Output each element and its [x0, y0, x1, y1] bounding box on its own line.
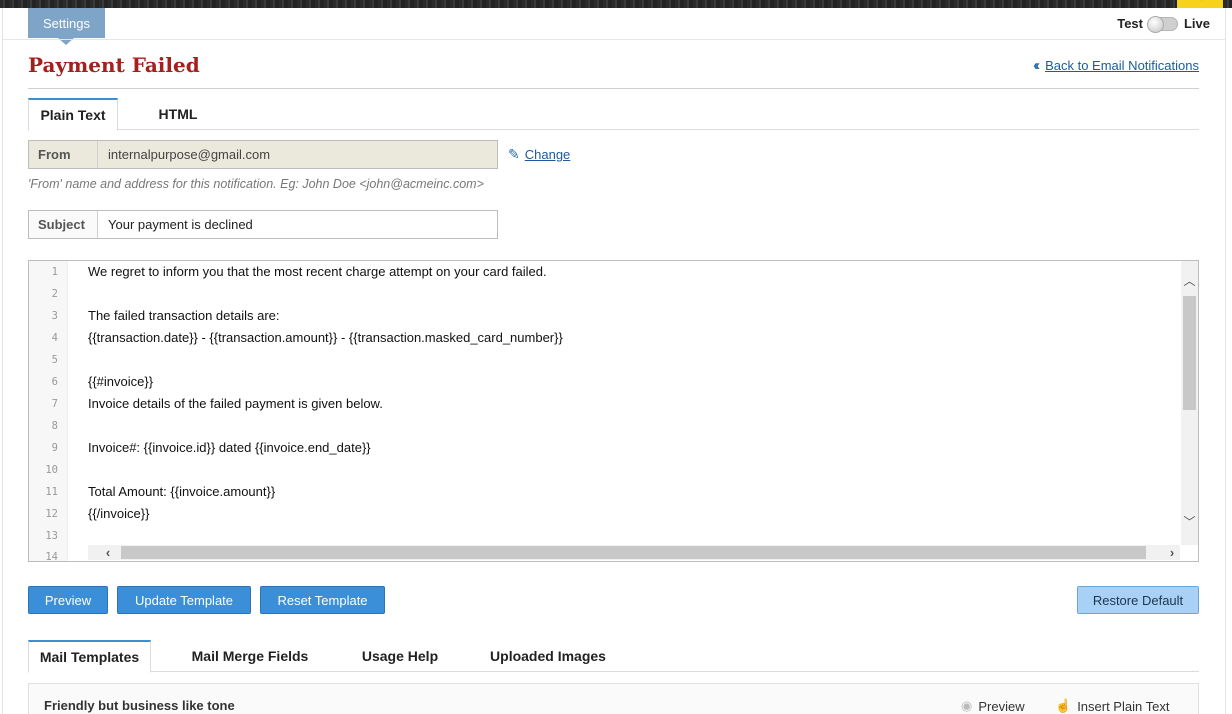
corner-badge[interactable]: ✎: [1177, 0, 1223, 8]
template-item: Friendly but business like tone ◉ Previe…: [28, 683, 1199, 714]
horizontal-scroll-thumb[interactable]: [121, 546, 1146, 559]
mode-toggle[interactable]: [1146, 15, 1178, 33]
line-number: 4: [51, 332, 58, 344]
tab-usage-help[interactable]: Usage Help: [350, 640, 450, 672]
code-line: Total Amount: {{invoice.amount}}: [88, 484, 276, 499]
restore-default-button[interactable]: Restore Default: [1077, 586, 1199, 614]
subject-input[interactable]: Your payment is declined: [98, 211, 497, 238]
code-line: {{/invoice}}: [88, 506, 150, 521]
back-to-email-notifications-link[interactable]: Back to Email Notifications: [1045, 58, 1199, 73]
tab-label: Usage Help: [361, 648, 439, 664]
preview-button-label: Preview: [44, 592, 92, 608]
title-divider: [28, 88, 1199, 89]
tab-label: Uploaded Images: [490, 648, 606, 664]
chevron-left-icon[interactable]: ‹: [100, 545, 116, 560]
line-number: 10: [45, 464, 58, 476]
eye-icon: ◉: [961, 698, 973, 713]
settings-tab-label: Settings: [43, 15, 90, 31]
test-mode-label: Test: [1117, 16, 1143, 31]
tab-html[interactable]: HTML: [140, 98, 216, 130]
insert-plain-text-label: Insert Plain Text: [1077, 698, 1170, 714]
chevron-right-icon[interactable]: ›: [1164, 545, 1180, 560]
code-line: {{#invoice}}: [88, 374, 154, 389]
tab-uploaded-images[interactable]: Uploaded Images: [480, 640, 616, 672]
template-editor[interactable]: 1 2 3 4 5 6 7 8 9 10 11 12 13 14 We regr…: [28, 260, 1199, 562]
from-hint: 'From' name and address for this notific…: [28, 177, 484, 191]
format-tabs: Plain Text HTML: [28, 98, 1199, 131]
header-divider: [3, 39, 1225, 40]
corner-badge-icon: ✎: [1195, 0, 1203, 4]
from-label: From: [29, 141, 98, 168]
reset-template-button-label: Reset Template: [277, 592, 368, 608]
line-number: 12: [45, 508, 58, 520]
from-value: internalpurpose@gmail.com: [108, 147, 271, 162]
pencil-icon: ✎: [508, 146, 520, 162]
from-field: From internalpurpose@gmail.com: [28, 140, 498, 169]
line-number: 11: [45, 486, 58, 498]
tab-label: Mail Templates: [39, 649, 140, 665]
line-number: 9: [51, 442, 58, 454]
tab-label: Plain Text: [40, 107, 106, 123]
line-number-gutter: 1 2 3 4 5 6 7 8 9 10 11 12 13 14: [29, 261, 68, 561]
horizontal-scrollbar[interactable]: ‹ ›: [88, 545, 1180, 560]
test-live-switch: Test Live: [1117, 15, 1210, 33]
tab-plain-text[interactable]: Plain Text: [28, 98, 118, 131]
toggle-knob: [1146, 15, 1164, 33]
page-title: Payment Failed: [28, 53, 200, 77]
line-number: 1: [51, 266, 58, 278]
update-template-button-label: Update Template: [134, 592, 234, 608]
vertical-scroll-thumb[interactable]: [1183, 296, 1196, 410]
line-number: 6: [51, 376, 58, 388]
line-number: 8: [51, 420, 58, 432]
back-link[interactable]: ‹‹ Back to Email Notifications: [1033, 57, 1199, 74]
live-mode-label: Live: [1183, 16, 1210, 31]
chevron-up-icon[interactable]: ︿: [1181, 272, 1198, 289]
double-chevron-left-icon: ‹‹: [1033, 57, 1040, 74]
change-from[interactable]: ✎ Change: [508, 146, 570, 163]
tab-label: Mail Merge Fields: [191, 648, 309, 664]
tab-mail-templates[interactable]: Mail Templates: [28, 640, 151, 673]
top-decorative-strip: [0, 0, 1232, 8]
tab-mail-merge-fields[interactable]: Mail Merge Fields: [180, 640, 320, 672]
chevron-down-icon[interactable]: ﹀: [1181, 513, 1198, 530]
code-line: The failed transaction details are:: [88, 308, 280, 323]
template-preview-action[interactable]: ◉ Preview: [961, 698, 1025, 714]
line-number: 3: [51, 310, 58, 322]
hand-pointer-icon: ☝: [1055, 698, 1072, 713]
update-template-button[interactable]: Update Template: [117, 586, 251, 614]
reset-template-button[interactable]: Reset Template: [260, 586, 385, 614]
tab-label: HTML: [158, 106, 198, 122]
restore-default-button-label: Restore Default: [1092, 592, 1184, 608]
line-number: 2: [51, 288, 58, 300]
code-line: Invoice details of the failed payment is…: [88, 396, 383, 411]
change-link[interactable]: Change: [525, 147, 571, 162]
insert-plain-text-action[interactable]: ☝ Insert Plain Text: [1055, 698, 1169, 714]
preview-button[interactable]: Preview: [28, 586, 108, 614]
subject-field: Subject Your payment is declined: [28, 210, 498, 239]
vertical-scrollbar[interactable]: ︿ ﹀: [1181, 261, 1198, 545]
template-name: Friendly but business like tone: [44, 698, 235, 713]
code-line: Invoice#: {{invoice.id}} dated {{invoice…: [88, 440, 371, 455]
subject-label: Subject: [29, 211, 98, 238]
code-line: We regret to inform you that the most re…: [88, 264, 547, 279]
template-preview-label: Preview: [978, 698, 1025, 714]
code-line: {{transaction.date}} - {{transaction.amo…: [88, 330, 563, 345]
line-number: 7: [51, 398, 58, 410]
template-tabs: Mail Templates Mail Merge Fields Usage H…: [28, 640, 1199, 673]
line-number: 13: [45, 530, 58, 542]
settings-tab[interactable]: Settings: [28, 8, 105, 45]
line-number: 14: [45, 551, 58, 562]
line-number: 5: [51, 354, 58, 366]
